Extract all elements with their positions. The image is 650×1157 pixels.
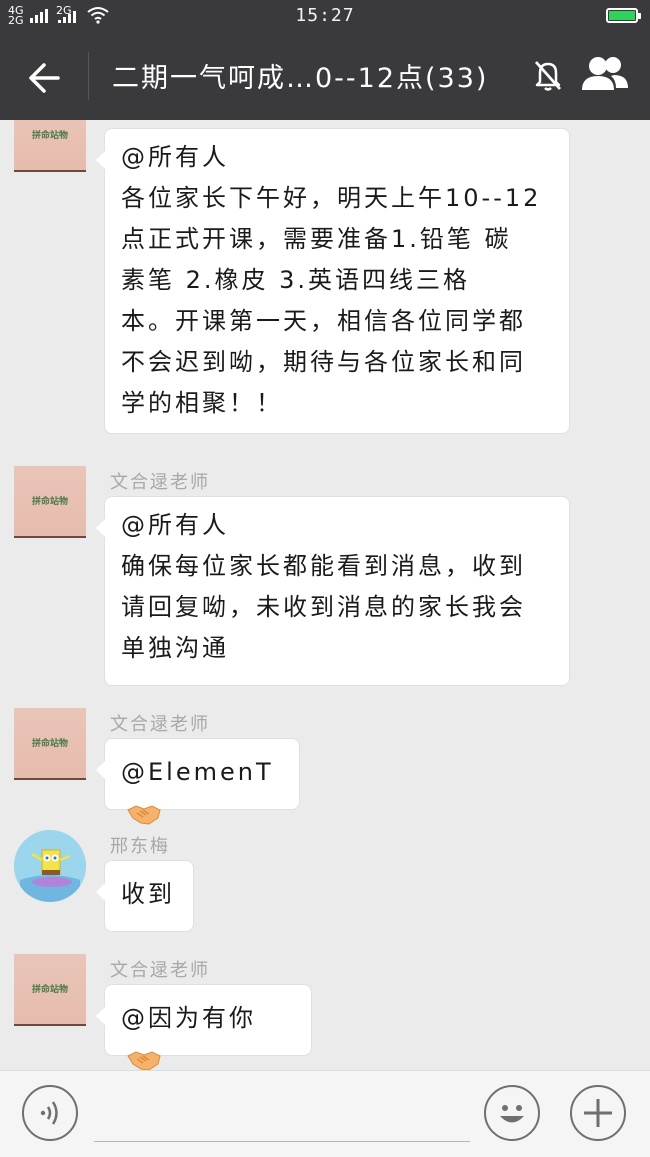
message-bubble[interactable]: @所有人 确保每位家长都能看到消息，收到 请回复呦，未收到消息的家长我会 单独沟… xyxy=(96,496,570,686)
spongebob-icon xyxy=(14,830,86,902)
voice-icon xyxy=(40,1101,58,1125)
header-divider xyxy=(88,52,89,100)
message-line: 单独沟通 xyxy=(121,634,229,662)
sender-name: 文合逯老师 xyxy=(110,960,210,981)
message-line: @所有人 xyxy=(121,511,229,539)
message-text: @因为有你 xyxy=(121,1004,256,1032)
message-bubble[interactable]: @所有人 各位家长下午好，明天上午10--12 点正式开课，需要准备1.铅笔 碳… xyxy=(96,128,570,434)
sender-name: 文合逯老师 xyxy=(110,472,210,493)
message-line: 请回复呦，未收到消息的家长我会 xyxy=(121,593,526,621)
message-line: 各位家长下午好，明天上午10--12 xyxy=(121,184,542,212)
message-line: 本。开课第一天，相信各位同学都 xyxy=(121,307,526,335)
avatar[interactable]: 拼命站物 xyxy=(14,466,86,538)
battery-icon xyxy=(606,8,641,23)
avatar[interactable]: 拼命站物 xyxy=(14,954,86,1026)
plus-button[interactable] xyxy=(570,1085,626,1141)
sender-name: 邢东梅 xyxy=(110,836,170,857)
message-input[interactable] xyxy=(94,1141,470,1142)
chat-messages[interactable]: 拼命站物 @所有人 各位家长下午好，明天上午10--12 点正式开课，需要准备1… xyxy=(0,120,650,1070)
message-bubble[interactable]: @因为有你 xyxy=(96,984,312,1070)
mute-bell-icon xyxy=(534,61,562,91)
chat-title[interactable]: 二期一气呵成…0--12点(33) xyxy=(112,56,488,95)
message-line: 素笔 2.橡皮 3.英语四线三格 xyxy=(121,266,471,294)
status-bar: 4G 2G 2G 15:27 xyxy=(0,0,650,32)
message-line: 点正式开课，需要准备1.铅笔 碳 xyxy=(121,225,512,253)
input-bar xyxy=(0,1070,650,1157)
message-line: 确保每位家长都能看到消息，收到 xyxy=(121,552,526,580)
plus-icon xyxy=(584,1099,612,1127)
message-text: 收到 xyxy=(121,880,175,908)
chat-header: 二期一气呵成…0--12点(33) xyxy=(0,32,650,120)
message-line: 不会迟到呦，期待与各位家长和同 xyxy=(121,348,526,376)
message-line: @所有人 xyxy=(121,143,229,171)
avatar[interactable]: 拼命站物 xyxy=(14,708,86,780)
voice-button[interactable] xyxy=(22,1085,78,1141)
handshake-icon xyxy=(127,805,161,825)
message-bubble[interactable]: @ElemenT xyxy=(96,738,300,825)
avatar[interactable]: 拼命站物 xyxy=(14,120,86,172)
sender-name: 文合逯老师 xyxy=(110,714,210,735)
spongebob-avatar[interactable] xyxy=(14,830,86,902)
message-text: @ElemenT xyxy=(121,758,274,786)
handshake-icon xyxy=(127,1051,161,1070)
emoji-button[interactable] xyxy=(484,1085,540,1141)
clock: 15:27 xyxy=(295,5,355,26)
back-arrow-icon[interactable] xyxy=(24,58,64,98)
group-members-icon[interactable] xyxy=(580,54,630,94)
message-bubble[interactable]: 收到 xyxy=(96,860,194,932)
message-line: 学的相聚！！ xyxy=(121,389,283,417)
smiley-icon xyxy=(500,1105,524,1123)
